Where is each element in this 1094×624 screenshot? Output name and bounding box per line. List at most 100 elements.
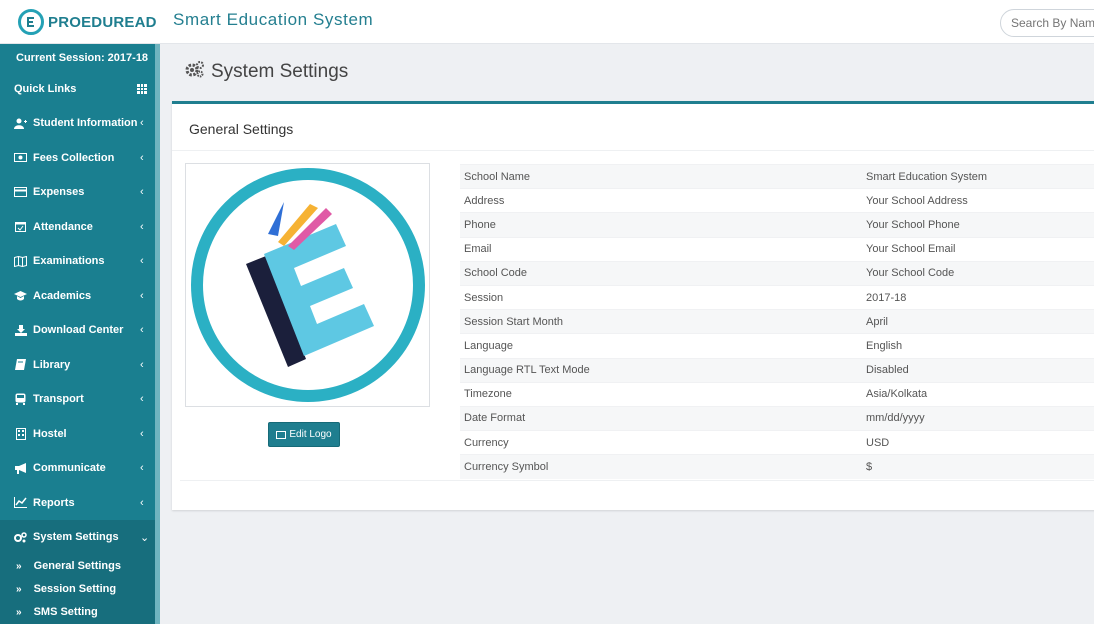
chevron-left-icon: ‹ — [140, 427, 144, 440]
table-row: Currency Symbol $ — [460, 454, 1094, 479]
chevron-down-icon: ⌄ — [140, 532, 150, 544]
table-row: Timezone Asia/Kolkata — [460, 381, 1094, 407]
setting-value: Smart Education System — [866, 163, 1094, 189]
sidebar-item-download-center[interactable]: Download Center ‹ — [0, 313, 160, 348]
sidebar-item-system-settings[interactable]: System Settings ⌄ — [0, 520, 160, 555]
sidebar-item-label: Library — [33, 358, 71, 371]
sidebar-subitem-session-setting[interactable]: » Session Setting — [0, 577, 160, 601]
map-icon — [14, 255, 27, 267]
setting-value: mm/dd/yyyy — [866, 405, 1094, 431]
page-heading: System Settings — [185, 60, 348, 83]
sidebar-subitem-sms-setting[interactable]: » SMS Setting — [0, 600, 160, 624]
sidebar-item-library[interactable]: Library ‹ — [0, 348, 160, 383]
chevron-left-icon: ‹ — [140, 289, 144, 302]
sidebar-item-examinations[interactable]: Examinations ‹ — [0, 244, 160, 279]
setting-value: USD — [866, 430, 1094, 455]
top-header: PROEDUREAD Smart Education System — [0, 0, 1094, 44]
setting-value: Your School Email — [866, 236, 1094, 262]
calendar-check-icon — [14, 221, 27, 233]
setting-value: English — [866, 333, 1094, 358]
edit-logo-label: Edit Logo — [289, 429, 332, 440]
brand-logo[interactable]: PROEDUREAD — [0, 0, 160, 44]
sidebar-item-transport[interactable]: Transport ‹ — [0, 382, 160, 417]
sidebar-subitem-label: SMS Setting — [33, 606, 98, 618]
table-row: Date Format mm/dd/yyyy — [460, 405, 1094, 431]
current-session: Current Session: 2017-18 — [16, 52, 149, 64]
chevron-left-icon: ‹ — [140, 220, 144, 233]
chevron-left-icon: ‹ — [140, 462, 144, 474]
table-row: School Name Smart Education System — [460, 163, 1094, 189]
table-row: School Code Your School Code — [460, 260, 1094, 286]
sidebar-item-label: Download Center — [33, 324, 124, 337]
brand-name: PROEDUREAD — [48, 13, 157, 31]
sidebar-item-label: Fees Collection — [33, 151, 115, 164]
bullhorn-icon — [14, 462, 27, 474]
sidebar-item-label: Academics — [33, 289, 92, 302]
sidebar-item-label: Expenses — [33, 186, 85, 199]
setting-label: Email — [460, 236, 866, 262]
chevron-left-icon: ‹ — [140, 324, 144, 336]
sidebar-scrollbar[interactable] — [155, 44, 160, 624]
image-icon — [276, 430, 287, 439]
sidebar-item-label: Examinations — [33, 255, 105, 268]
grid-icon — [137, 84, 147, 94]
setting-value: Your School Code — [866, 260, 1094, 286]
sidebar-item-label: Reports — [33, 496, 75, 509]
sidebar-item-label: Hostel — [33, 427, 67, 440]
sidebar-item-label: System Settings — [33, 531, 119, 544]
sidebar-item-label: Student Information — [33, 117, 138, 130]
setting-label: School Code — [460, 260, 866, 286]
credit-card-icon — [14, 186, 27, 198]
setting-value: April — [866, 309, 1094, 334]
table-row: Language RTL Text Mode Disabled — [460, 357, 1094, 383]
chevron-left-icon: ‹ — [140, 186, 144, 198]
table-row: Language English — [460, 333, 1094, 358]
setting-label: Currency Symbol — [460, 454, 866, 479]
page-title: System Settings — [211, 60, 349, 82]
edit-logo-button[interactable]: Edit Logo — [268, 422, 340, 447]
panel-divider — [172, 150, 1094, 151]
money-icon — [14, 152, 27, 164]
sidebar-item-reports[interactable]: Reports ‹ — [0, 486, 160, 521]
gears-icon — [185, 60, 205, 83]
settings-table: School Name Smart Education System Addres… — [460, 163, 1094, 479]
brand-logo-icon — [18, 9, 44, 35]
double-chevron-right-icon: » — [16, 560, 22, 572]
setting-label: Date Format — [460, 405, 866, 431]
sidebar-item-expenses[interactable]: Expenses ‹ — [0, 175, 160, 210]
double-chevron-right-icon: » — [16, 606, 22, 618]
sidebar-subitem-label: Session Setting — [33, 583, 117, 595]
sidebar-item-academics[interactable]: Academics ‹ — [0, 279, 160, 314]
sidebar-subitem-label: General Settings — [33, 560, 121, 572]
setting-value: 2017-18 — [866, 284, 1094, 310]
setting-label: Session — [460, 284, 866, 310]
general-settings-panel: General Settings Edit Logo School Name Sm… — [172, 101, 1094, 510]
sidebar-subitem-general-settings[interactable]: » General Settings — [0, 554, 160, 578]
table-row: Session 2017-18 — [460, 284, 1094, 310]
setting-label: Language — [460, 333, 866, 358]
sidebar-item-attendance[interactable]: Attendance ‹ — [0, 210, 160, 245]
setting-label: School Name — [460, 163, 866, 189]
building-icon — [14, 427, 27, 440]
setting-value: Your School Phone — [866, 212, 1094, 238]
setting-value: $ — [866, 454, 1094, 479]
table-row: Session Start Month April — [460, 309, 1094, 334]
graduation-cap-icon — [14, 290, 27, 302]
line-chart-icon — [14, 497, 27, 509]
app-title: Smart Education System — [173, 10, 374, 29]
sidebar-item-communicate[interactable]: Communicate ‹ — [0, 451, 160, 486]
chevron-left-icon: ‹ — [140, 255, 144, 267]
quick-links[interactable]: Quick Links — [0, 72, 160, 106]
chevron-left-icon: ‹ — [140, 393, 144, 405]
setting-label: Address — [460, 188, 866, 213]
search-input[interactable] — [1000, 9, 1094, 37]
sidebar-item-student-information[interactable]: Student Information ‹ — [0, 106, 160, 141]
sidebar-item-hostel[interactable]: Hostel ‹ — [0, 417, 160, 452]
setting-value: Disabled — [866, 357, 1094, 383]
setting-label: Timezone — [460, 381, 866, 407]
table-row: Phone Your School Phone — [460, 212, 1094, 238]
setting-label: Session Start Month — [460, 309, 866, 334]
download-icon — [14, 324, 27, 336]
sidebar-item-fees-collection[interactable]: Fees Collection ‹ — [0, 141, 160, 176]
chevron-left-icon: ‹ — [140, 358, 144, 371]
